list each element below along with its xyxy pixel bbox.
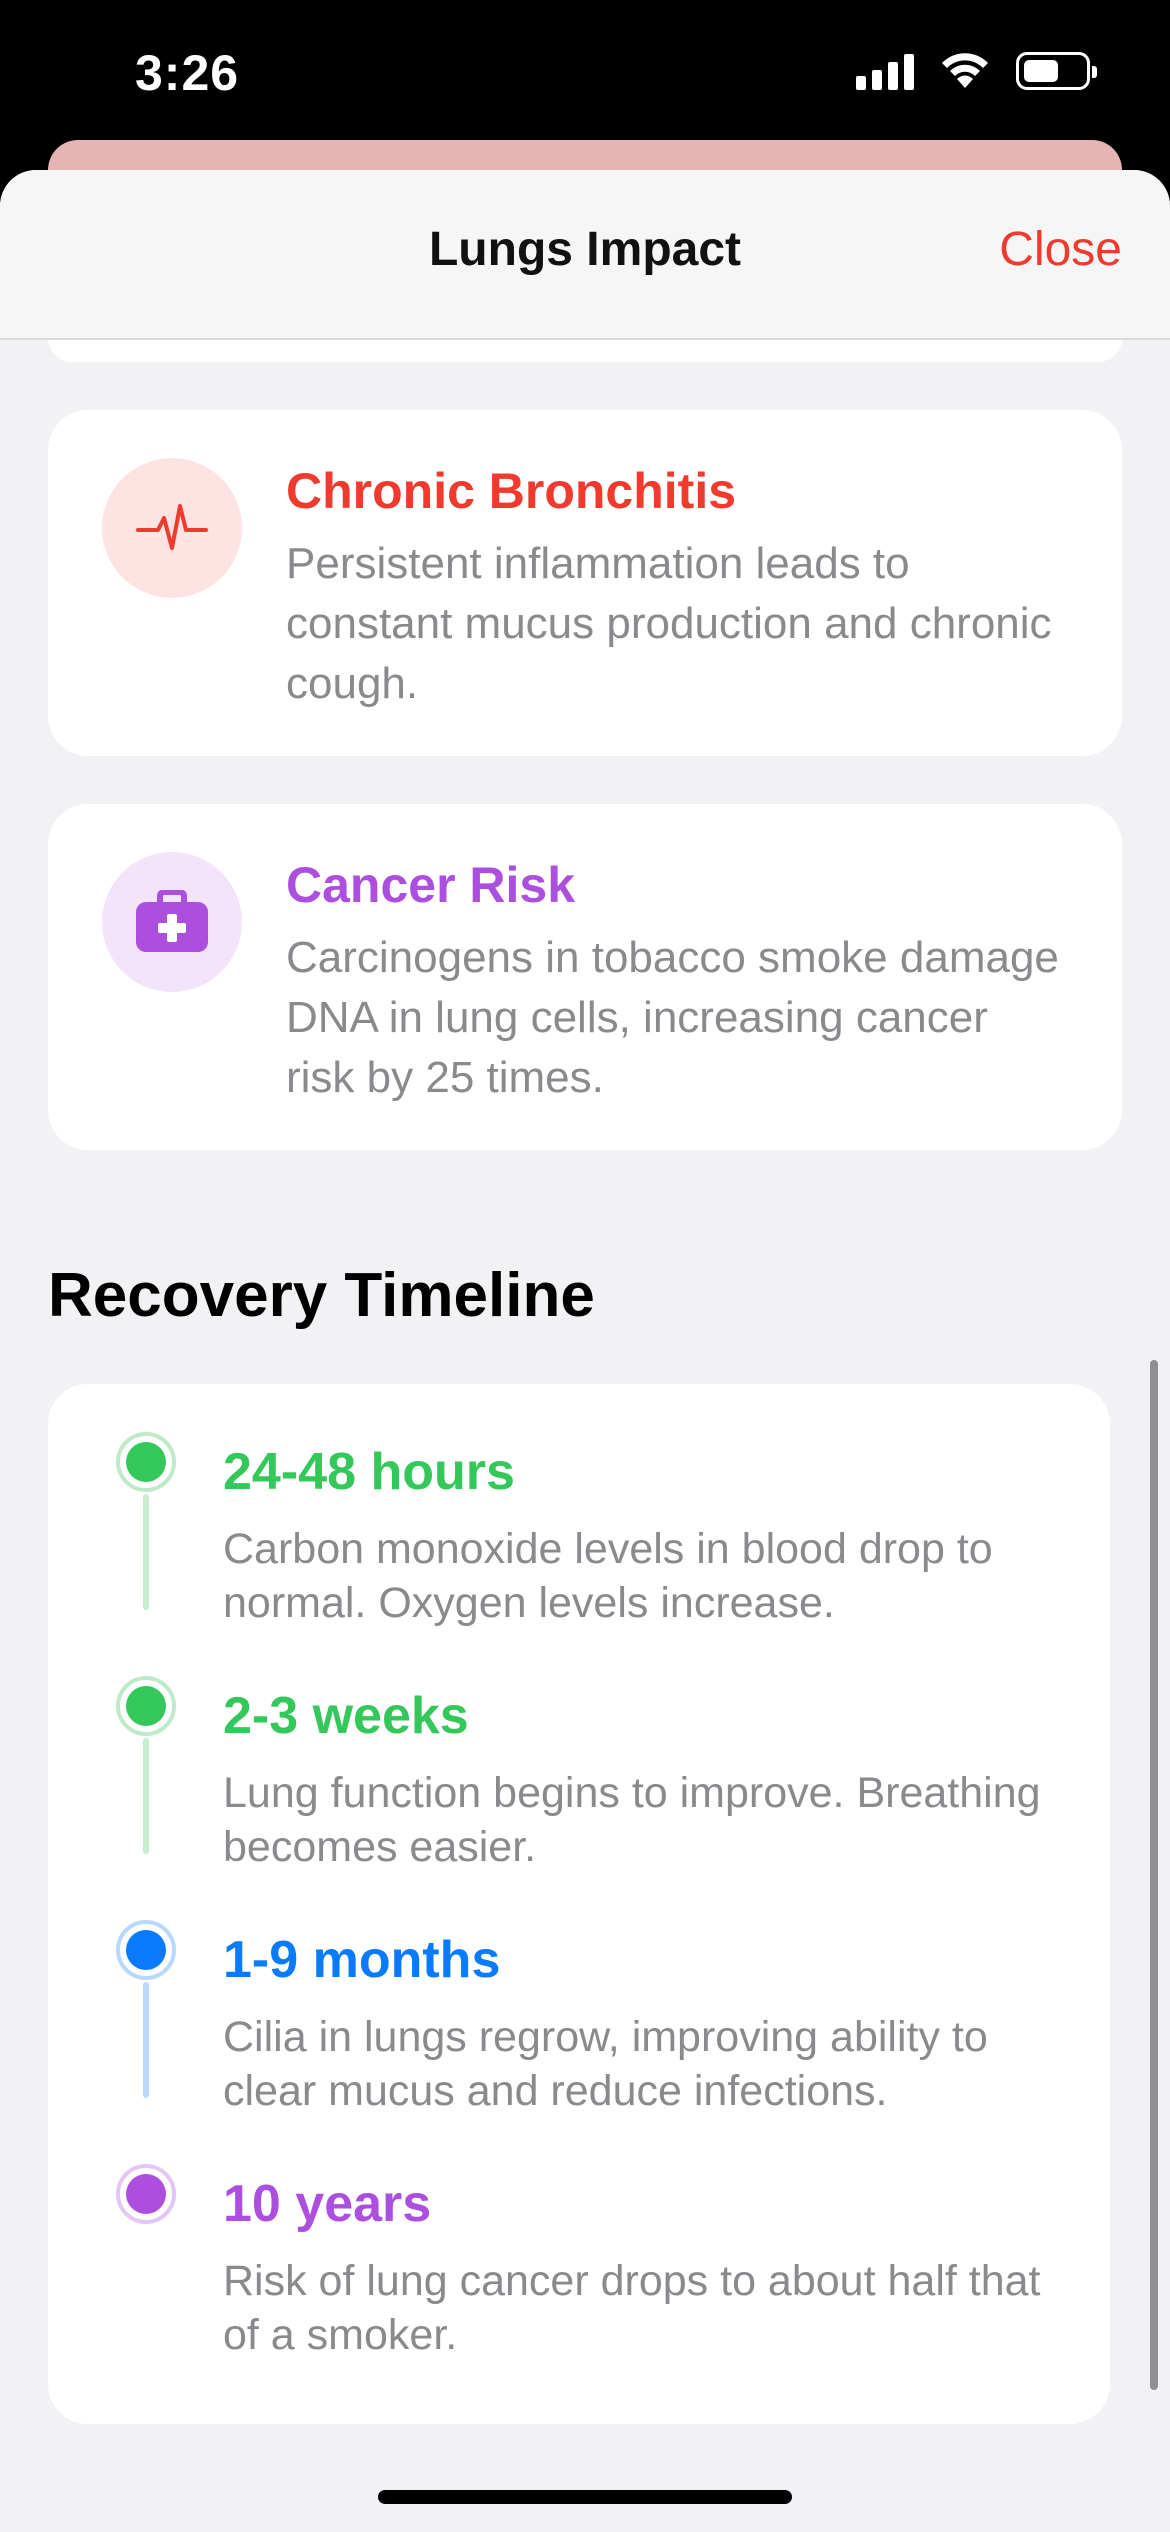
timeline-description: Risk of lung cancer drops to about half … bbox=[223, 2257, 1041, 2359]
timeline-connector bbox=[143, 1494, 149, 1610]
timeline-title: 24-48 hours bbox=[223, 1443, 515, 1501]
timeline-title: 2-3 weeks bbox=[223, 1687, 469, 1745]
impact-card-cancer-risk: Cancer Risk Carcinogens in tobacco smoke… bbox=[48, 804, 1122, 1150]
recovery-timeline-card: 24-48 hours Carbon monoxide levels in bl… bbox=[48, 1384, 1110, 2424]
timeline-description: Carbon monoxide levels in blood drop to … bbox=[223, 1525, 993, 1627]
timeline-dot bbox=[116, 1432, 176, 1492]
timeline-dot bbox=[116, 2164, 176, 2224]
timeline-dot bbox=[116, 1920, 176, 1980]
lungs-impact-sheet: Chronic Bronchitis Persistent inflammati… bbox=[0, 170, 1170, 2532]
previous-card-bottom bbox=[48, 338, 1122, 362]
timeline-title: 1-9 months bbox=[223, 1931, 501, 1989]
close-button[interactable]: Close bbox=[999, 222, 1122, 277]
impact-icon-circle bbox=[102, 458, 242, 598]
home-indicator[interactable] bbox=[378, 2490, 792, 2504]
impact-title: Chronic Bronchitis bbox=[286, 463, 737, 519]
recovery-timeline-heading: Recovery Timeline bbox=[48, 1261, 595, 1330]
sheet-title: Lungs Impact bbox=[428, 223, 742, 276]
sheet-header: Lungs Impact Close bbox=[0, 170, 1170, 340]
impact-description: Carcinogens in tobacco smoke damage DNA … bbox=[286, 933, 1059, 1102]
impact-card-chronic-bronchitis: Chronic Bronchitis Persistent inflammati… bbox=[48, 410, 1122, 756]
impact-title: Cancer Risk bbox=[286, 857, 576, 913]
impact-description: Persistent inflammation leads to constan… bbox=[286, 539, 1052, 708]
timeline-dot bbox=[116, 1676, 176, 1736]
timeline-connector bbox=[143, 1982, 149, 2098]
heartbeat-icon bbox=[136, 504, 208, 550]
timeline-description: Lung function begins to improve. Breathi… bbox=[223, 1769, 1041, 1871]
timeline-connector bbox=[143, 1738, 149, 1854]
status-bar: 3:26 bbox=[0, 0, 1170, 160]
medical-kit-icon bbox=[136, 890, 208, 952]
scrollbar[interactable] bbox=[1150, 1360, 1158, 2390]
timeline-title: 10 years bbox=[223, 2175, 432, 2233]
status-icons bbox=[856, 52, 1097, 90]
status-time: 3:26 bbox=[135, 45, 240, 101]
cellular-signal-icon bbox=[856, 52, 914, 90]
impact-icon-circle bbox=[102, 852, 242, 992]
battery-icon bbox=[1016, 52, 1097, 90]
wifi-icon bbox=[942, 53, 988, 88]
timeline-description: Cilia in lungs regrow, improving ability… bbox=[223, 2013, 988, 2115]
